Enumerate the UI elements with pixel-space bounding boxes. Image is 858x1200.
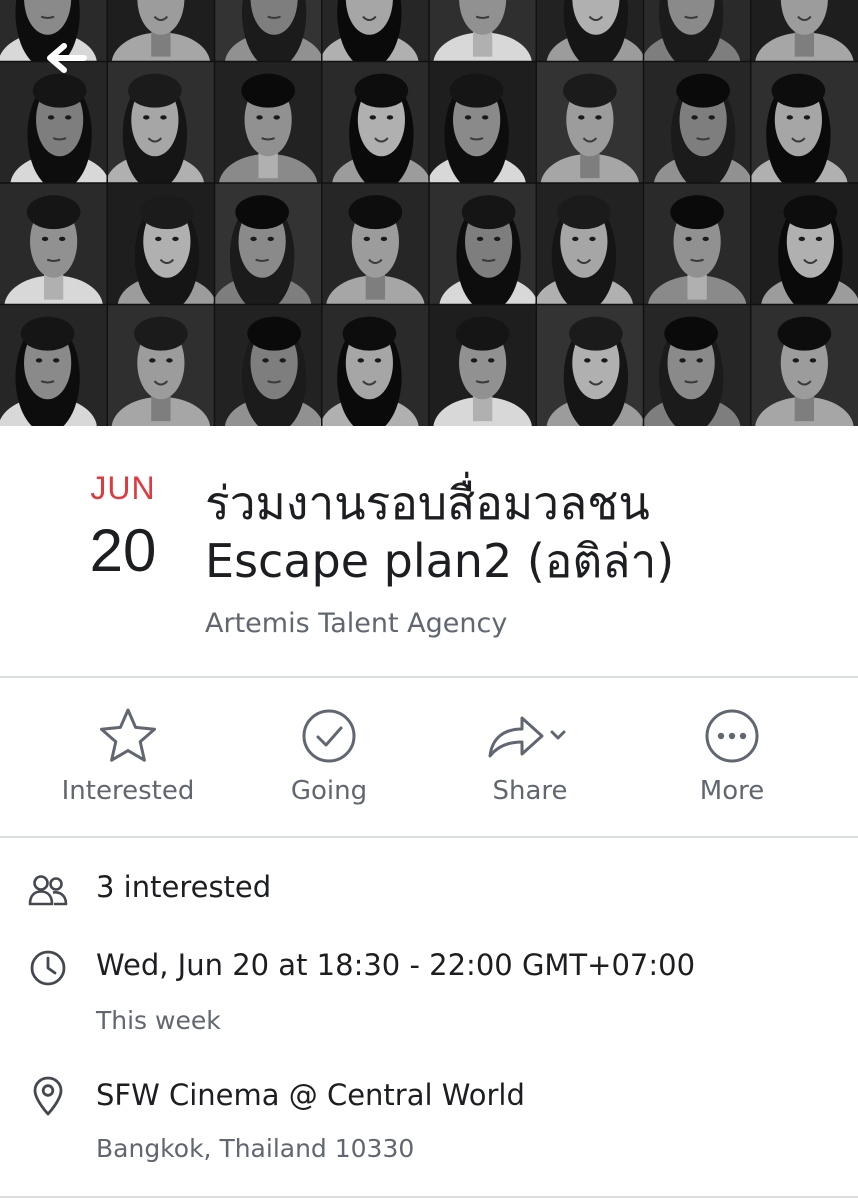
portrait-tile [750,304,858,426]
cover-photo[interactable] [0,0,858,426]
share-label: Share [492,776,568,806]
event-time-row[interactable]: Wed, Jun 20 at 18:30 - 22:00 GMT+07:00 T… [0,940,858,1040]
portrait-tile [320,304,430,426]
cover-photo-grid [0,0,858,426]
event-title-line1: ร่วมงานรอบสื่อมวลชน [205,476,650,530]
portrait-tile [641,304,752,426]
portrait-tile [107,304,215,426]
clock-icon [28,948,68,988]
event-date-day: 20 [89,517,157,584]
going-button[interactable]: Going [229,678,429,836]
event-date-month: JUN [90,470,156,506]
more-button[interactable]: More [632,678,832,836]
more-label: More [699,776,765,806]
more-dots-icon [700,704,764,768]
event-location-row[interactable]: SFW Cinema @ Central World Bangkok, Thai… [0,1070,858,1170]
event-actions: Interested Going Share More [0,678,858,836]
interested-button[interactable]: Interested [28,678,228,836]
event-header: JUN 20 ร่วมงานรอบสื่อมวลชน Escape plan2 … [0,426,858,676]
going-label: Going [290,776,368,806]
star-icon [96,704,160,768]
arrow-left-icon [44,42,88,78]
divider [0,836,858,838]
event-location-address: Bangkok, Thailand 10330 [96,1134,415,1163]
event-location-name: SFW Cinema @ Central World [96,1078,525,1112]
portrait-tile [214,304,324,426]
event-time: Wed, Jun 20 at 18:30 - 22:00 GMT+07:00 [96,948,696,982]
event-title-line2: Escape plan2 (อติล่า) [205,534,675,588]
divider [0,1196,858,1198]
share-button[interactable]: Share [430,678,630,836]
interested-label: Interested [61,776,195,806]
interested-count-row[interactable]: 3 interested [0,862,858,918]
check-circle-icon [297,704,361,768]
event-time-relative: This week [96,1006,221,1035]
location-pin-icon [28,1076,68,1116]
people-icon [28,870,68,910]
portrait-tile [429,304,537,426]
event-host[interactable]: Artemis Talent Agency [205,608,507,639]
back-button[interactable] [40,38,92,82]
portrait-tile [536,304,646,426]
portrait-tile [0,304,108,426]
event-title: ร่วมงานรอบสื่อมวลชน Escape plan2 (อติล่า… [205,474,845,590]
interested-count: 3 interested [96,870,272,904]
share-arrow-icon [482,704,578,768]
